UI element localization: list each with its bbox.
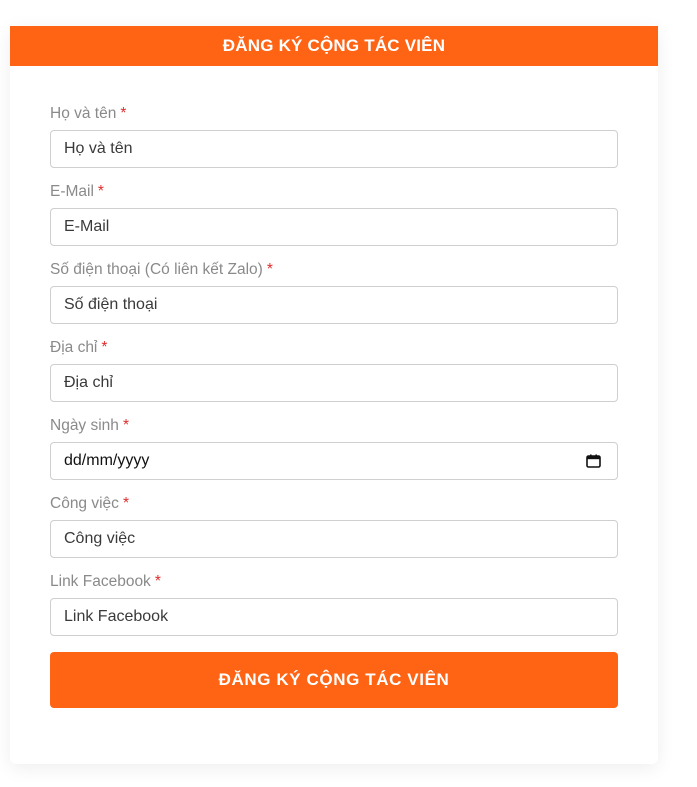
email-label-text: E-Mail [50,183,94,200]
required-marker: * [154,573,161,590]
fullname-label: Họ và tên * [50,104,126,124]
facebook-label-text: Link Facebook [50,573,151,590]
birthdate-label-text: Ngày sinh [50,417,119,434]
calendar-icon[interactable] [586,454,601,468]
address-label-text: Địa chỉ [50,339,98,356]
birthdate-input[interactable]: dd/mm/yyyy [50,442,618,480]
birthdate-value: dd/mm/yyyy [64,452,150,469]
required-marker: * [266,261,273,278]
phone-label-text: Số điện thoại (Có liên kết Zalo) [50,261,263,278]
phone-input[interactable] [50,286,618,324]
facebook-label: Link Facebook * [50,572,161,592]
address-input[interactable] [50,364,618,402]
form-header: ĐĂNG KÝ CỘNG TÁC VIÊN [10,26,658,66]
form-header-title: ĐĂNG KÝ CỘNG TÁC VIÊN [222,36,446,55]
facebook-input[interactable] [50,598,618,636]
registration-card: ĐĂNG KÝ CỘNG TÁC VIÊN Họ và tên* E-Mail*… [10,26,658,764]
fullname-input[interactable] [50,130,618,168]
email-input[interactable] [50,208,618,246]
phone-label: Số điện thoại (Có liên kết Zalo) * [50,260,273,280]
required-marker: * [120,105,127,122]
job-label-text: Công việc [50,495,119,512]
required-marker: * [122,417,129,434]
address-label: Địa chỉ * [50,338,107,358]
fullname-label-text: Họ và tên [50,105,117,122]
email-label: E-Mail * [50,182,104,202]
job-input[interactable] [50,520,618,558]
required-marker: * [101,339,108,356]
register-button[interactable]: ĐĂNG KÝ CỘNG TÁC VIÊN [50,652,618,708]
birthdate-label: Ngày sinh * [50,416,129,436]
job-label: Công việc * [50,494,129,514]
required-marker: * [122,495,129,512]
required-marker: * [97,183,104,200]
